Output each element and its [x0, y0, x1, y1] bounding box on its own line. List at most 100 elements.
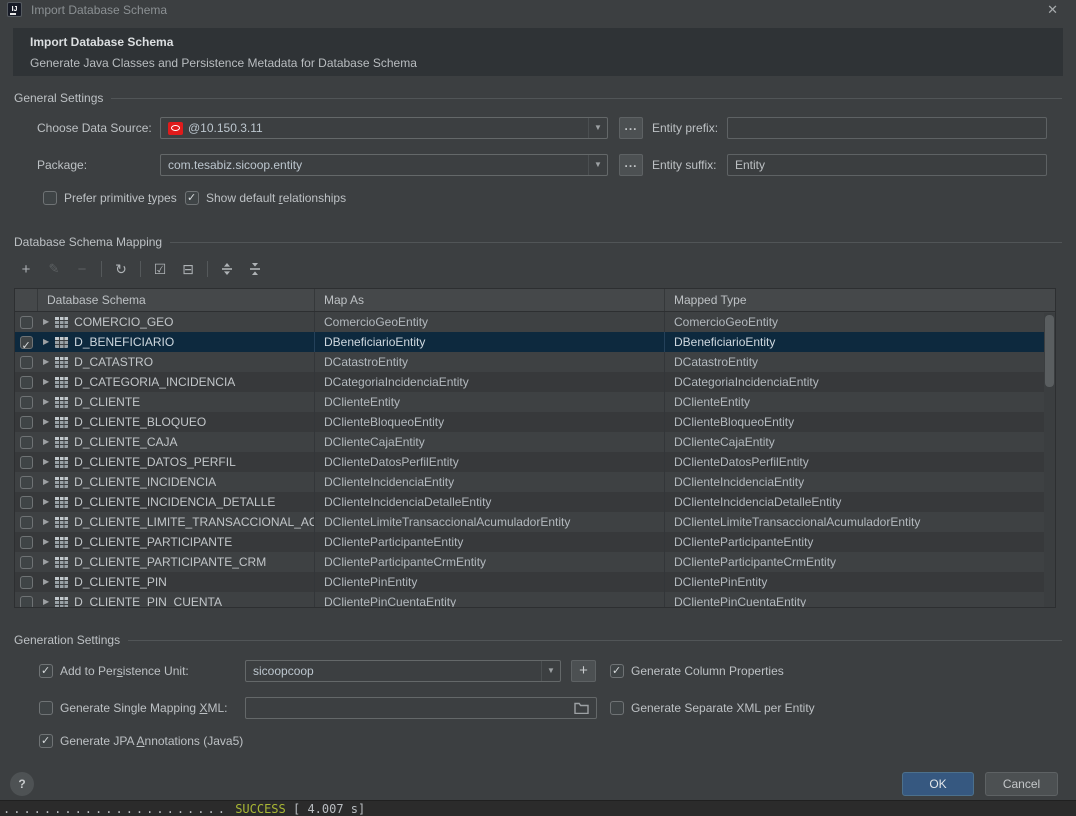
expand-arrow-icon[interactable]: ▶: [43, 432, 49, 452]
collapse-all-icon[interactable]: [246, 259, 264, 279]
row-checkbox[interactable]: [20, 516, 33, 529]
schema-cell[interactable]: ▶D_CLIENTE_PIN_CUENTA: [37, 592, 314, 608]
generate-column-properties-checkbox[interactable]: [610, 664, 624, 678]
table-row[interactable]: ▶D_CLIENTE_DATOS_PERFILDClienteDatosPerf…: [15, 452, 1055, 472]
row-checkbox[interactable]: [20, 356, 33, 369]
map-as-cell[interactable]: DClienteIncidenciaDetalleEntity: [314, 492, 664, 512]
schema-cell[interactable]: ▶D_CLIENTE_DATOS_PERFIL: [37, 452, 314, 472]
select-all-icon[interactable]: ☑: [151, 259, 169, 279]
refresh-icon[interactable]: ↻: [112, 259, 130, 279]
mapped-type-cell[interactable]: DClienteParticipanteCrmEntity: [664, 552, 1055, 572]
table-row[interactable]: ▶D_CLIENTE_PINDClientePinEntityDClienteP…: [15, 572, 1055, 592]
mapped-type-cell[interactable]: DCatastroEntity: [664, 352, 1055, 372]
ok-button[interactable]: OK: [902, 772, 974, 796]
mapped-type-cell[interactable]: DClienteDatosPerfilEntity: [664, 452, 1055, 472]
schema-cell[interactable]: ▶COMERCIO_GEO: [37, 312, 314, 332]
table-row[interactable]: ▶D_CLIENTE_PIN_CUENTADClientePinCuentaEn…: [15, 592, 1055, 608]
mapped-type-cell[interactable]: DClienteEntity: [664, 392, 1055, 412]
row-checkbox[interactable]: [20, 396, 33, 409]
data-source-combobox[interactable]: @10.150.3.11 ▼: [160, 117, 608, 139]
chevron-down-icon[interactable]: ▼: [588, 118, 607, 138]
expand-arrow-icon[interactable]: ▶: [43, 592, 49, 608]
table-row[interactable]: ▶D_CLIENTE_INCIDENCIADClienteIncidenciaE…: [15, 472, 1055, 492]
row-checkbox[interactable]: [20, 436, 33, 449]
expand-arrow-icon[interactable]: ▶: [43, 532, 49, 552]
mapped-type-cell[interactable]: DClientePinCuentaEntity: [664, 592, 1055, 608]
row-checkbox[interactable]: [20, 536, 33, 549]
expand-arrow-icon[interactable]: ▶: [43, 452, 49, 472]
cancel-button[interactable]: Cancel: [985, 772, 1058, 796]
unselect-all-icon[interactable]: ⊟: [179, 259, 197, 279]
map-as-cell[interactable]: DClienteEntity: [314, 392, 664, 412]
data-source-browse-button[interactable]: ...: [619, 117, 643, 139]
map-as-cell[interactable]: DClienteParticipanteCrmEntity: [314, 552, 664, 572]
add-to-persistence-unit-checkbox[interactable]: [39, 664, 53, 678]
table-row[interactable]: ▶D_CLIENTE_BLOQUEODClienteBloqueoEntityD…: [15, 412, 1055, 432]
table-row[interactable]: ▶D_CLIENTE_PARTICIPANTE_CRMDClienteParti…: [15, 552, 1055, 572]
schema-cell[interactable]: ▶D_CLIENTE_INCIDENCIA_DETALLE: [37, 492, 314, 512]
help-button[interactable]: ?: [10, 772, 34, 796]
map-as-cell[interactable]: DClientePinCuentaEntity: [314, 592, 664, 608]
expand-arrow-icon[interactable]: ▶: [43, 572, 49, 592]
chevron-down-icon[interactable]: ▼: [588, 155, 607, 175]
map-as-cell[interactable]: DCategoriaIncidenciaEntity: [314, 372, 664, 392]
mapped-type-cell[interactable]: DClienteLimiteTransaccionalAcumuladorEnt…: [664, 512, 1055, 532]
map-as-cell[interactable]: DCatastroEntity: [314, 352, 664, 372]
schema-cell[interactable]: ▶D_CLIENTE_PARTICIPANTE_CRM: [37, 552, 314, 572]
table-row[interactable]: ▶D_CLIENTE_INCIDENCIA_DETALLEDClienteInc…: [15, 492, 1055, 512]
expand-arrow-icon[interactable]: ▶: [43, 352, 49, 372]
schema-cell[interactable]: ▶D_BENEFICIARIO: [37, 332, 314, 352]
schema-cell[interactable]: ▶D_CLIENTE_PARTICIPANTE: [37, 532, 314, 552]
generate-jpa-annotations-checkbox[interactable]: [39, 734, 53, 748]
map-as-cell[interactable]: DClienteLimiteTransaccionalAcumuladorEnt…: [314, 512, 664, 532]
package-combobox[interactable]: com.tesabiz.sicoop.entity ▼: [160, 154, 608, 176]
close-icon[interactable]: ✕: [1047, 0, 1058, 20]
table-scrollbar[interactable]: [1044, 313, 1055, 607]
table-row[interactable]: ▶D_CATASTRODCatastroEntityDCatastroEntit…: [15, 352, 1055, 372]
generate-separate-xml-checkbox[interactable]: [610, 701, 624, 715]
row-checkbox[interactable]: [20, 596, 33, 609]
expand-arrow-icon[interactable]: ▶: [43, 312, 49, 332]
table-row[interactable]: ▶D_CATEGORIA_INCIDENCIADCategoriaInciden…: [15, 372, 1055, 392]
chevron-down-icon[interactable]: ▼: [541, 661, 560, 681]
expand-arrow-icon[interactable]: ▶: [43, 472, 49, 492]
prefer-primitive-types-checkbox[interactable]: [43, 191, 57, 205]
row-checkbox[interactable]: [20, 416, 33, 429]
row-checkbox[interactable]: [20, 476, 33, 489]
expand-arrow-icon[interactable]: ▶: [43, 372, 49, 392]
row-checkbox[interactable]: [20, 556, 33, 569]
mapped-type-cell[interactable]: DClienteParticipanteEntity: [664, 532, 1055, 552]
map-as-cell[interactable]: DClienteCajaEntity: [314, 432, 664, 452]
schema-cell[interactable]: ▶D_CLIENTE_PIN: [37, 572, 314, 592]
table-row[interactable]: ▶D_CLIENTE_CAJADClienteCajaEntityDClient…: [15, 432, 1055, 452]
row-checkbox[interactable]: [20, 376, 33, 389]
scrollbar-thumb[interactable]: [1045, 315, 1054, 387]
table-row[interactable]: ▶D_CLIENTE_LIMITE_TRANSACCIONAL_ACUMULAD…: [15, 512, 1055, 532]
mapped-type-cell[interactable]: DClienteBloqueoEntity: [664, 412, 1055, 432]
show-default-relationships-checkbox[interactable]: [185, 191, 199, 205]
map-as-cell[interactable]: DClienteParticipanteEntity: [314, 532, 664, 552]
map-as-cell[interactable]: DClientePinEntity: [314, 572, 664, 592]
table-row[interactable]: ▶D_BENEFICIARIODBeneficiarioEntityDBenef…: [15, 332, 1055, 352]
add-persistence-unit-button[interactable]: +: [571, 660, 596, 682]
mapped-type-cell[interactable]: DCategoriaIncidenciaEntity: [664, 372, 1055, 392]
table-row[interactable]: ▶D_CLIENTEDClienteEntityDClienteEntity: [15, 392, 1055, 412]
row-checkbox[interactable]: [20, 336, 33, 349]
single-xml-path-field[interactable]: [245, 697, 597, 719]
package-browse-button[interactable]: ...: [619, 154, 643, 176]
map-as-cell[interactable]: DClienteIncidenciaEntity: [314, 472, 664, 492]
schema-cell[interactable]: ▶D_CLIENTE_LIMITE_TRANSACCIONAL_ACUMULAD…: [37, 512, 314, 532]
map-as-cell[interactable]: DClienteDatosPerfilEntity: [314, 452, 664, 472]
mapped-type-cell[interactable]: DBeneficiarioEntity: [664, 332, 1055, 352]
mapped-type-cell[interactable]: DClienteIncidenciaDetalleEntity: [664, 492, 1055, 512]
row-checkbox[interactable]: [20, 496, 33, 509]
schema-cell[interactable]: ▶D_CLIENTE: [37, 392, 314, 412]
expand-arrow-icon[interactable]: ▶: [43, 552, 49, 572]
schema-cell[interactable]: ▶D_CATASTRO: [37, 352, 314, 372]
row-checkbox[interactable]: [20, 576, 33, 589]
generate-single-xml-checkbox[interactable]: [39, 701, 53, 715]
expand-arrow-icon[interactable]: ▶: [43, 492, 49, 512]
schema-cell[interactable]: ▶D_CLIENTE_CAJA: [37, 432, 314, 452]
table-row[interactable]: ▶D_CLIENTE_PARTICIPANTEDClienteParticipa…: [15, 532, 1055, 552]
table-row[interactable]: ▶COMERCIO_GEOComercioGeoEntityComercioGe…: [15, 312, 1055, 332]
